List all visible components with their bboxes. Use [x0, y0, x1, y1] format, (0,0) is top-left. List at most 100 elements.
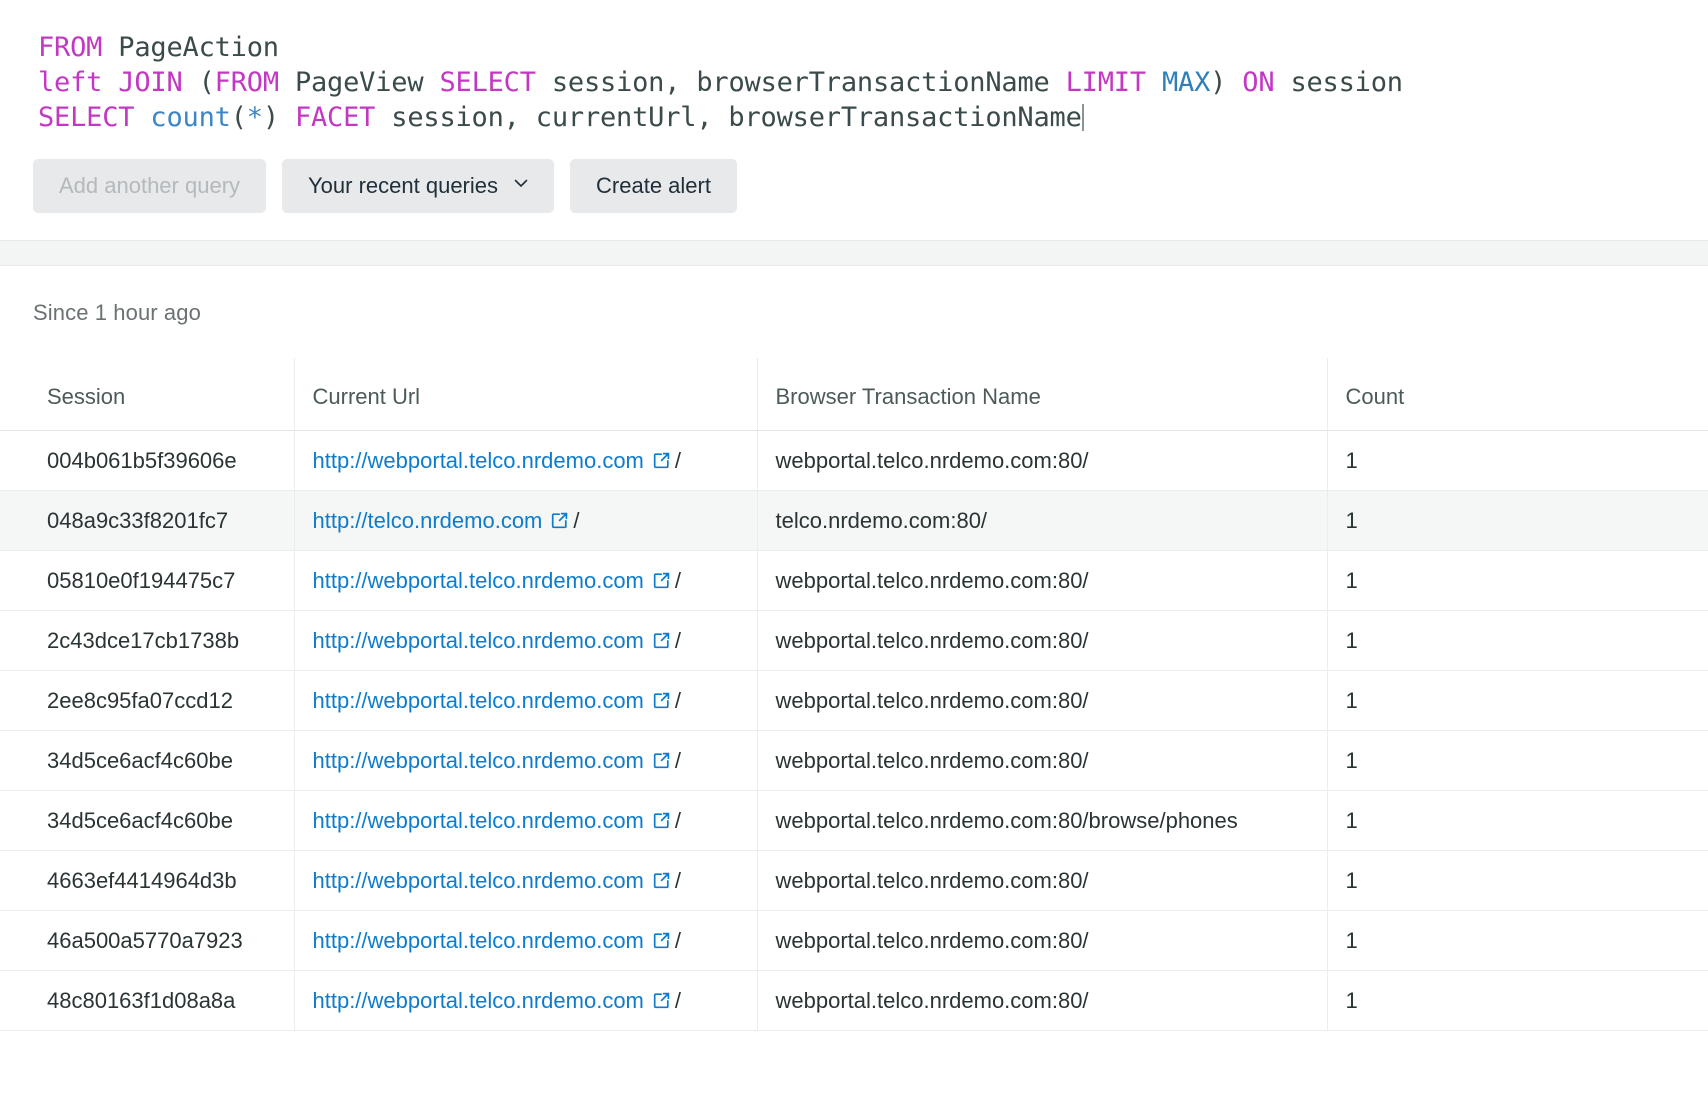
table-row[interactable]: 2c43dce17cb1738bhttp://webportal.telco.n… — [0, 611, 1708, 671]
cell-session: 46a500a5770a7923 — [0, 911, 294, 971]
query-token: FACET — [295, 102, 375, 133]
cell-session: 004b061b5f39606e — [0, 431, 294, 491]
current-url-link[interactable]: http://webportal.telco.nrdemo.com — [313, 928, 644, 953]
external-link-icon[interactable] — [550, 511, 569, 530]
recent-queries-label: Your recent queries — [308, 173, 498, 199]
query-token: FROM — [215, 67, 279, 98]
cell-count: 1 — [1327, 671, 1708, 731]
query-line-3: SELECT count(*) FACET session, currentUr… — [38, 100, 1708, 135]
current-url-link[interactable]: http://webportal.telco.nrdemo.com — [313, 808, 644, 833]
table-row[interactable]: 48c80163f1d08a8a http://webportal.telco.n… — [0, 971, 1708, 1031]
cell-current-url: http://webportal.telco.nrdemo.com / — [294, 671, 757, 731]
table-row[interactable]: 048a9c33f8201fc7http://telco.nrdemo.com/… — [0, 491, 1708, 551]
table-row[interactable]: 34d5ce6acf4c60behttp://webportal.telco.n… — [0, 791, 1708, 851]
cell-current-url: http://telco.nrdemo.com / — [294, 491, 757, 551]
cell-current-url: http://webportal.telco.nrdemo.com/ — [294, 911, 757, 971]
query-token: * — [247, 102, 263, 133]
cell-current-url: http://webportal.telco.nrdemo.com / — [294, 551, 757, 611]
query-token: LIMIT — [1066, 67, 1146, 98]
query-line-2: left JOIN (FROM PageView SELECT session,… — [38, 65, 1708, 100]
current-url-path: / — [675, 568, 681, 593]
query-token: SELECT — [439, 67, 535, 98]
cell-session: 05810e0f194475c7 — [0, 551, 294, 611]
table-row[interactable]: 4663ef4414964d3bhttp://webportal.telco.n… — [0, 851, 1708, 911]
cell-count: 1 — [1327, 611, 1708, 671]
results-panel: Since 1 hour ago Session Current Url Bro… — [0, 266, 1708, 1031]
nrql-query-input[interactable]: FROM PageActionleft JOIN (FROM PageView … — [0, 24, 1708, 135]
table-header-row: Session Current Url Browser Transaction … — [0, 358, 1708, 431]
current-url-path: / — [675, 688, 681, 713]
query-token: count — [150, 102, 230, 133]
cell-current-url: http://webportal.telco.nrdemo.com / — [294, 731, 757, 791]
current-url-link[interactable]: http://webportal.telco.nrdemo.com — [313, 628, 644, 653]
cell-current-url: http://webportal.telco.nrdemo.com/ — [294, 611, 757, 671]
query-token: left — [38, 67, 102, 98]
external-link-icon[interactable] — [652, 631, 671, 650]
current-url-path: / — [675, 988, 681, 1013]
column-header-current-url[interactable]: Current Url — [294, 358, 757, 431]
cell-count: 1 — [1327, 851, 1708, 911]
cell-session: 2c43dce17cb1738b — [0, 611, 294, 671]
external-link-icon[interactable] — [652, 451, 671, 470]
create-alert-button[interactable]: Create alert — [570, 159, 737, 213]
cell-session: 34d5ce6acf4c60be — [0, 791, 294, 851]
table-row[interactable]: 05810e0f194475c7http://webportal.telco.n… — [0, 551, 1708, 611]
time-range-label: Since 1 hour ago — [0, 266, 1708, 326]
cell-browser-transaction-name: webportal.telco.nrdemo.com:80/browse/pho… — [757, 791, 1327, 851]
external-link-icon[interactable] — [652, 571, 671, 590]
table-row[interactable]: 34d5ce6acf4c60behttp://webportal.telco.n… — [0, 731, 1708, 791]
recent-queries-button[interactable]: Your recent queries — [282, 159, 554, 213]
query-token: ) — [263, 102, 279, 133]
current-url-path: / — [573, 508, 579, 533]
external-link-icon[interactable] — [652, 871, 671, 890]
chevron-down-icon — [514, 176, 528, 190]
add-another-query-button[interactable]: Add another query — [33, 159, 266, 213]
cell-count: 1 — [1327, 491, 1708, 551]
cell-count: 1 — [1327, 551, 1708, 611]
column-header-count[interactable]: Count — [1327, 358, 1708, 431]
query-token: PageView — [279, 67, 440, 98]
table-row[interactable]: 46a500a5770a7923http://webportal.telco.n… — [0, 911, 1708, 971]
column-header-session[interactable]: Session — [0, 358, 294, 431]
cell-count: 1 — [1327, 791, 1708, 851]
column-header-browser-transaction-name[interactable]: Browser Transaction Name — [757, 358, 1327, 431]
cell-session: 48c80163f1d08a8a — [0, 971, 294, 1031]
current-url-link[interactable]: http://webportal.telco.nrdemo.com — [313, 448, 644, 473]
table-row[interactable]: 004b061b5f39606e http://webportal.telco.n… — [0, 431, 1708, 491]
external-link-icon[interactable] — [652, 931, 671, 950]
cell-browser-transaction-name: webportal.telco.nrdemo.com:80/ — [757, 551, 1327, 611]
table-row[interactable]: 2ee8c95fa07ccd12http://webportal.telco.n… — [0, 671, 1708, 731]
results-table: Session Current Url Browser Transaction … — [0, 358, 1708, 1031]
current-url-path: / — [675, 808, 681, 833]
query-token: ON — [1242, 67, 1274, 98]
cell-browser-transaction-name: webportal.telco.nrdemo.com:80/ — [757, 671, 1327, 731]
cell-count: 1 — [1327, 731, 1708, 791]
current-url-link[interactable]: http://telco.nrdemo.com — [313, 508, 543, 533]
cell-current-url: http://webportal.telco.nrdemo.com / — [294, 791, 757, 851]
cell-browser-transaction-name: webportal.telco.nrdemo.com:80/ — [757, 431, 1327, 491]
current-url-path: / — [675, 448, 681, 473]
external-link-icon[interactable] — [652, 751, 671, 770]
query-token: SELECT — [38, 102, 134, 133]
current-url-path: / — [675, 748, 681, 773]
query-token: JOIN — [118, 67, 182, 98]
cell-browser-transaction-name: webportal.telco.nrdemo.com:80/ — [757, 731, 1327, 791]
current-url-link[interactable]: http://webportal.telco.nrdemo.com — [313, 568, 644, 593]
current-url-link[interactable]: http://webportal.telco.nrdemo.com — [313, 988, 644, 1013]
query-token: PageAction — [102, 32, 279, 63]
results-table-body: 004b061b5f39606e http://webportal.telco.n… — [0, 431, 1708, 1031]
external-link-icon[interactable] — [652, 811, 671, 830]
query-token — [1146, 67, 1162, 98]
query-toolbar: Add another query Your recent queries Cr… — [0, 135, 1708, 239]
query-token: ( — [231, 102, 247, 133]
query-token — [134, 102, 150, 133]
current-url-link[interactable]: http://webportal.telco.nrdemo.com — [313, 868, 644, 893]
external-link-icon[interactable] — [652, 991, 671, 1010]
query-token — [1226, 67, 1242, 98]
current-url-link[interactable]: http://webportal.telco.nrdemo.com — [313, 688, 644, 713]
current-url-link[interactable]: http://webportal.telco.nrdemo.com — [313, 748, 644, 773]
query-token: session — [1274, 67, 1402, 98]
query-token — [102, 67, 118, 98]
query-token: MAX — [1162, 67, 1210, 98]
external-link-icon[interactable] — [652, 691, 671, 710]
